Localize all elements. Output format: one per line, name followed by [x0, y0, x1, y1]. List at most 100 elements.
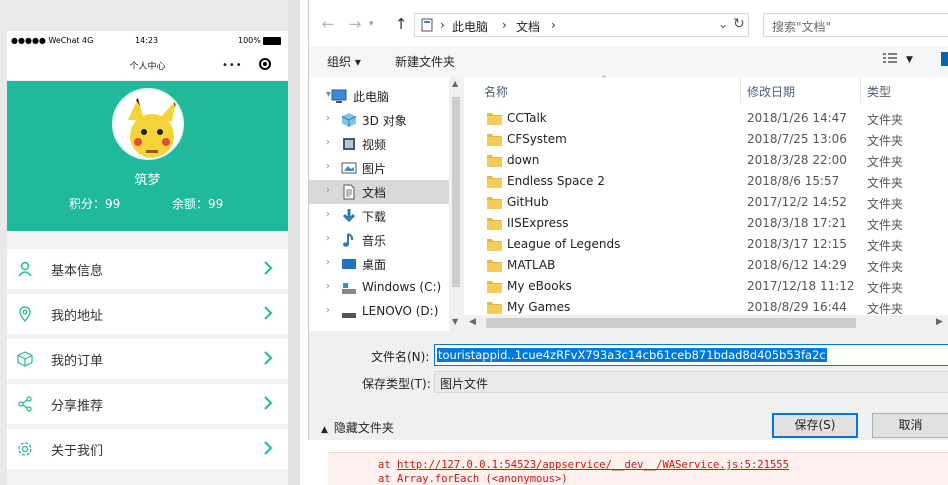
forward-arrow-icon[interactable]: →	[346, 15, 364, 33]
nav-item-label: 图片	[362, 162, 387, 176]
file-row[interactable]: Endless Space 2 2018/8/6 15:57 文件夹	[464, 172, 948, 193]
menu-item-about[interactable]: 关于我们	[7, 429, 288, 469]
column-header-type[interactable]: 类型	[861, 77, 948, 103]
nav-item-this-pc[interactable]: ▾ 此电脑	[309, 84, 449, 108]
expand-icon[interactable]: ›	[326, 281, 330, 292]
recent-locations-icon[interactable]: ▾	[369, 19, 374, 29]
nav-item-label: 下载	[362, 210, 387, 224]
battery-text: 100%	[238, 36, 261, 45]
avatar[interactable]	[112, 88, 184, 160]
stack-link[interactable]: http://127.0.0.1:54523/appservice/__dev_…	[397, 459, 789, 471]
save-button[interactable]: 保存(S)	[772, 413, 858, 438]
folder-icon	[487, 302, 502, 314]
expand-icon[interactable]: ›	[326, 233, 330, 244]
column-header-name[interactable]: 名称	[478, 77, 741, 103]
computer-icon	[421, 18, 433, 32]
expand-icon[interactable]: ›	[326, 305, 330, 316]
chevron-right-icon	[264, 306, 273, 320]
search-placeholder: 搜索"文档"	[772, 20, 832, 34]
file-date: 2017/12/2 14:52	[747, 195, 847, 209]
nav-item-music[interactable]: › 音乐	[309, 228, 449, 252]
nav-item-desktop[interactable]: › 桌面	[309, 252, 449, 276]
nav-item-videos[interactable]: › 视频	[309, 132, 449, 156]
menu-item-orders[interactable]: 我的订单	[7, 339, 288, 379]
file-row[interactable]: IISExpress 2018/3/18 17:21 文件夹	[464, 214, 948, 235]
file-list: 名称 修改日期 类型 ⌃ CCTalk 2018/1/26 14:47 文件夹 CFS…	[464, 75, 948, 331]
stack-line: at http://127.0.0.1:54523/appservice/__d…	[378, 459, 789, 471]
scrollbar-thumb[interactable]	[452, 97, 460, 287]
video-icon	[343, 138, 355, 150]
file-row[interactable]: MATLAB 2018/6/12 14:29 文件夹	[464, 256, 948, 277]
nav-item-downloads[interactable]: › 下载	[309, 204, 449, 228]
view-options-icon[interactable]	[882, 52, 898, 66]
nav-item-drive-d[interactable]: › LENOVO (D:)	[309, 300, 449, 324]
page-title: 个人中心	[129, 62, 166, 72]
drive-icon	[342, 313, 356, 318]
file-type: 文件夹	[867, 197, 904, 211]
menu-item-share[interactable]: 分享推荐	[7, 384, 288, 424]
scroll-down-icon[interactable]: ▼	[452, 317, 458, 326]
view-dropdown-icon[interactable]: ▼	[906, 55, 913, 65]
address-dropdown-icon[interactable]: ⌄	[718, 17, 728, 31]
expand-icon[interactable]: ›	[326, 137, 330, 148]
expand-icon[interactable]: ›	[326, 185, 330, 196]
close-mini-program-icon[interactable]	[259, 58, 271, 70]
hide-folders-toggle[interactable]: ▲ 隐藏文件夹	[321, 419, 394, 436]
up-arrow-icon[interactable]: ↑	[392, 15, 410, 33]
expand-icon[interactable]: ›	[326, 113, 330, 124]
nav-item-label: 桌面	[362, 258, 387, 272]
carrier-text: ●●●●● WeChat 4G	[11, 36, 94, 45]
file-type: 文件夹	[867, 155, 904, 169]
file-row[interactable]: down 2018/3/28 22:00 文件夹	[464, 151, 948, 172]
file-name: down	[507, 153, 540, 167]
scroll-up-icon[interactable]: ▲	[452, 79, 458, 88]
location-icon	[19, 306, 31, 322]
horizontal-scrollbar[interactable]: ◀ ▶	[464, 315, 948, 331]
expand-icon[interactable]: ›	[326, 257, 330, 268]
file-name: CFSystem	[507, 132, 567, 146]
column-header-date[interactable]: 修改日期	[741, 77, 861, 103]
nav-pane-scrollbar[interactable]: ▲ ▼	[449, 77, 463, 331]
cancel-button[interactable]: 取消	[872, 413, 948, 438]
chevron-right-icon	[264, 396, 273, 410]
file-row[interactable]: My eBooks 2017/12/18 11:12 文件夹	[464, 277, 948, 298]
chevron-right-icon	[264, 441, 273, 455]
file-row[interactable]: League of Legends 2018/3/17 12:15 文件夹	[464, 235, 948, 256]
scroll-left-icon[interactable]: ◀	[469, 317, 476, 327]
more-icon[interactable]: •••	[222, 60, 243, 71]
username: 筑梦	[134, 173, 161, 188]
breadcrumb-item[interactable]: 文档	[516, 18, 540, 35]
file-row[interactable]: CCTalk 2018/1/26 14:47 文件夹	[464, 109, 948, 130]
file-row[interactable]: GitHub 2017/12/2 14:52 文件夹	[464, 193, 948, 214]
expand-icon[interactable]: ›	[326, 209, 330, 220]
organize-button[interactable]: 组织 ▾	[327, 53, 361, 70]
simulator-divider[interactable]	[288, 0, 300, 485]
breadcrumb-item[interactable]: 此电脑	[452, 18, 488, 35]
scrollbar-thumb[interactable]	[486, 318, 856, 328]
address-bar[interactable]: › 此电脑 › 文档 › ⌄ ↻	[414, 13, 749, 37]
nav-item-drive-c[interactable]: › Windows (C:)	[309, 276, 449, 300]
help-icon[interactable]	[941, 52, 948, 66]
refresh-icon[interactable]: ↻	[733, 16, 745, 32]
search-input[interactable]: 搜索"文档"	[763, 13, 948, 37]
filetype-select[interactable]: 图片文件	[434, 371, 948, 393]
nav-item-documents[interactable]: › 文档	[309, 180, 449, 204]
nav-item-label: 视频	[362, 138, 387, 152]
menu-item-basic-info[interactable]: 基本信息	[7, 249, 288, 289]
back-arrow-icon[interactable]: ←	[319, 15, 337, 33]
scroll-right-icon[interactable]: ▶	[936, 317, 943, 327]
file-date: 2018/3/28 22:00	[747, 153, 847, 167]
nav-item-label: 音乐	[362, 234, 387, 248]
navigation-pane: ▾ 此电脑 › 3D 对象 › 视频 › 图片 › 文档 › 下载 › 音乐 ›…	[309, 77, 463, 331]
menu-item-address[interactable]: 我的地址	[7, 294, 288, 334]
new-folder-button[interactable]: 新建文件夹	[395, 53, 455, 70]
file-row[interactable]: CFSystem 2018/7/25 13:06 文件夹	[464, 130, 948, 151]
expand-icon[interactable]: ›	[326, 161, 330, 172]
menu-item-label: 关于我们	[51, 444, 104, 459]
file-name: League of Legends	[507, 237, 621, 251]
folder-icon	[487, 155, 502, 167]
profile-header: 筑梦 积分：99 余额：99	[7, 81, 288, 231]
nav-item-pictures[interactable]: › 图片	[309, 156, 449, 180]
nav-item-3d-objects[interactable]: › 3D 对象	[309, 108, 449, 132]
filename-input[interactable]: touristappid..1cue4zRFvX793a3c14cb61ceb8…	[434, 344, 948, 366]
